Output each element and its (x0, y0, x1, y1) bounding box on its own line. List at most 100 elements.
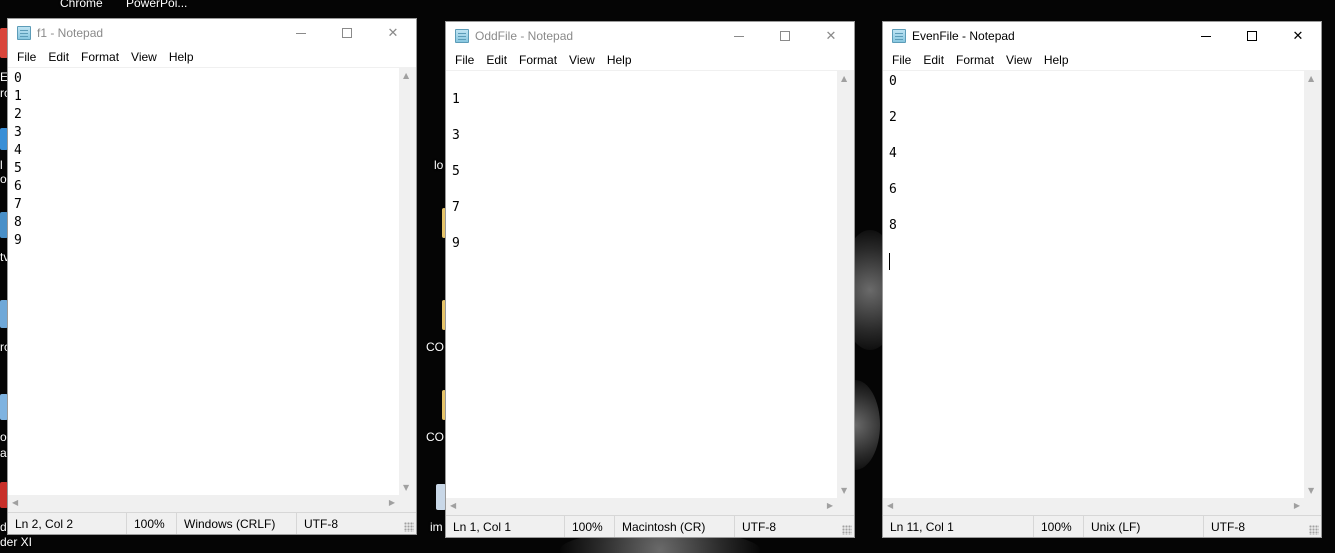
status-encoding: UTF-8 (1203, 515, 1303, 537)
text-line: 6 (889, 182, 897, 197)
scroll-right-icon[interactable]: ▶ (1294, 501, 1300, 510)
title-bar[interactable]: f1 - Notepad ✕ (8, 19, 416, 47)
scroll-right-icon[interactable]: ▶ (827, 501, 833, 510)
minimize-button[interactable] (716, 22, 762, 50)
text-line (889, 199, 1298, 217)
menu-format[interactable]: Format (513, 51, 563, 69)
minimize-button[interactable] (278, 19, 324, 47)
text-line (452, 217, 831, 235)
title-bar[interactable]: EvenFile - Notepad ✕ (883, 22, 1321, 50)
minimize-icon (734, 35, 744, 37)
text-line (889, 235, 1298, 253)
text-line (889, 127, 1298, 145)
status-position: Ln 11, Col 1 (890, 519, 954, 534)
scrollbar-corner (1304, 498, 1321, 515)
notepad-window-evenfile[interactable]: EvenFile - Notepad ✕ File Edit Format Vi… (882, 21, 1322, 538)
scroll-down-icon[interactable]: ▼ (1308, 486, 1314, 495)
text-line: 9 (452, 236, 460, 251)
status-zoom: 100% (126, 512, 176, 534)
scroll-left-icon[interactable]: ◀ (450, 501, 456, 510)
scroll-up-icon[interactable]: ▲ (1308, 74, 1314, 83)
menu-file[interactable]: File (449, 51, 480, 69)
notepad-icon (892, 29, 906, 43)
status-zoom: 100% (564, 515, 614, 537)
scroll-up-icon[interactable]: ▲ (841, 74, 847, 83)
maximize-button[interactable] (324, 19, 370, 47)
menu-help[interactable]: Help (1038, 51, 1075, 69)
resize-grip-icon[interactable] (842, 525, 852, 535)
editor-area: 1 3 5 7 9 ▲ ▼ ◀ ▶ (446, 70, 854, 515)
window-title: f1 - Notepad (37, 26, 104, 40)
menu-format[interactable]: Format (950, 51, 1000, 69)
vertical-scrollbar[interactable]: ▲ ▼ (837, 71, 854, 498)
maximize-icon (342, 28, 352, 38)
maximize-button[interactable] (1229, 22, 1275, 50)
text-line: 8 (889, 218, 897, 233)
status-position: Ln 2, Col 2 (15, 516, 74, 531)
text-editor[interactable]: 1 3 5 7 9 (446, 71, 837, 498)
desktop-icon-label-chrome[interactable]: Chrome (60, 0, 103, 10)
close-icon: ✕ (387, 25, 399, 41)
horizontal-scrollbar[interactable]: ◀ ▶ (446, 498, 837, 515)
menu-file[interactable]: File (11, 48, 42, 66)
text-line: 0 (14, 71, 22, 86)
text-line: 7 (452, 200, 460, 215)
close-button[interactable]: ✕ (808, 22, 854, 50)
status-position: Ln 1, Col 1 (453, 519, 512, 534)
text-line: 7 (14, 197, 22, 212)
menu-view[interactable]: View (563, 51, 601, 69)
menu-edit[interactable]: Edit (42, 48, 75, 66)
notepad-icon (17, 26, 31, 40)
text-line: 3 (452, 128, 460, 143)
menu-help[interactable]: Help (163, 48, 200, 66)
close-button[interactable]: ✕ (1275, 22, 1321, 50)
menu-view[interactable]: View (125, 48, 163, 66)
desktop-icon-label-powerpoint[interactable]: PowerPoi... (126, 0, 187, 10)
text-line: 2 (889, 110, 897, 125)
text-line-cursor (889, 253, 1298, 271)
editor-area: 0 1 2 3 4 5 6 7 8 9 ▲ ▼ ◀ ▶ (8, 67, 416, 512)
horizontal-scrollbar[interactable]: ◀ ▶ (8, 495, 399, 512)
notepad-window-oddfile[interactable]: OddFile - Notepad ✕ File Edit Format Vie… (445, 21, 855, 538)
minimize-button[interactable] (1183, 22, 1229, 50)
scrollbar-corner (837, 498, 854, 515)
close-button[interactable]: ✕ (370, 19, 416, 47)
desktop-label-fragment: im (430, 520, 443, 534)
menu-format[interactable]: Format (75, 48, 125, 66)
scroll-down-icon[interactable]: ▼ (841, 486, 847, 495)
menu-help[interactable]: Help (601, 51, 638, 69)
status-encoding: UTF-8 (296, 512, 396, 534)
title-bar[interactable]: OddFile - Notepad ✕ (446, 22, 854, 50)
maximize-button[interactable] (762, 22, 808, 50)
status-bar: Ln 11, Col 1 100% Unix (LF) UTF-8 (883, 515, 1321, 537)
menu-view[interactable]: View (1000, 51, 1038, 69)
text-line (452, 73, 831, 91)
scroll-down-icon[interactable]: ▼ (403, 483, 409, 492)
menu-edit[interactable]: Edit (480, 51, 513, 69)
scroll-left-icon[interactable]: ◀ (887, 501, 893, 510)
horizontal-scrollbar[interactable]: ◀ ▶ (883, 498, 1304, 515)
text-line: 6 (14, 179, 22, 194)
resize-grip-icon[interactable] (404, 522, 414, 532)
resize-grip-icon[interactable] (1309, 525, 1319, 535)
minimize-icon (1201, 35, 1211, 37)
text-line (889, 91, 1298, 109)
scroll-left-icon[interactable]: ◀ (12, 498, 18, 507)
scroll-right-icon[interactable]: ▶ (389, 498, 395, 507)
desktop-label-fragment: lo (434, 158, 444, 172)
text-line (452, 181, 831, 199)
text-line: 5 (452, 164, 460, 179)
vertical-scrollbar[interactable]: ▲ ▼ (399, 68, 416, 495)
vertical-scrollbar[interactable]: ▲ ▼ (1304, 71, 1321, 498)
text-line: 5 (14, 161, 22, 176)
status-bar: Ln 2, Col 2 100% Windows (CRLF) UTF-8 (8, 512, 416, 534)
scroll-up-icon[interactable]: ▲ (403, 71, 409, 80)
text-editor[interactable]: 0 2 4 6 8 (883, 71, 1304, 498)
menu-edit[interactable]: Edit (917, 51, 950, 69)
window-title: EvenFile - Notepad (912, 29, 1015, 43)
text-editor[interactable]: 0 1 2 3 4 5 6 7 8 9 (8, 68, 399, 495)
desktop-label-fragment: l (0, 158, 3, 172)
notepad-window-f1[interactable]: f1 - Notepad ✕ File Edit Format View Hel… (7, 18, 417, 535)
minimize-icon (296, 32, 306, 34)
menu-file[interactable]: File (886, 51, 917, 69)
